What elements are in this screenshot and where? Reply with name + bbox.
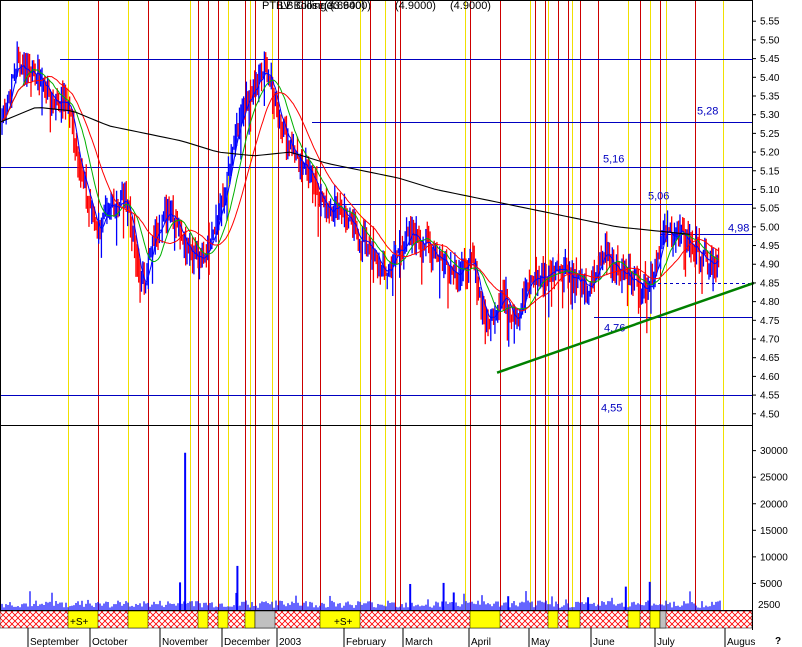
price-tick-label: 5.40	[760, 73, 780, 84]
price-tick-label: 4.85	[760, 278, 780, 289]
price-tick-label: 4.70	[760, 335, 780, 346]
corner-label: ?	[775, 636, 781, 647]
price-tick-label: 5.15	[760, 166, 780, 177]
price-tick-label: 5.45	[760, 54, 780, 65]
price-tick-label: 5.50	[760, 35, 780, 46]
signal-yellow-block	[547, 610, 559, 629]
volume-tick-label: 30000	[760, 446, 788, 457]
month-label: April	[471, 637, 491, 647]
signal-label: +S+	[334, 617, 353, 628]
price-tick-label: 4.95	[760, 241, 780, 252]
price-tick-label: 5.20	[760, 148, 780, 159]
title-fragment: (3.9400)	[330, 0, 371, 12]
month-label: October	[92, 637, 128, 647]
price-tick-label: 4.80	[760, 297, 780, 308]
signal-gray-block	[254, 610, 276, 629]
level-label: 4,98	[728, 223, 749, 235]
level-label: 4,55	[601, 403, 622, 415]
sub-axis-label: 2500	[758, 600, 781, 611]
month-label: February	[346, 637, 386, 647]
price-tick-label: 5.30	[760, 110, 780, 121]
moving-averages	[0, 64, 719, 319]
volume-tick-label: 5000	[760, 579, 783, 590]
signal-bar: +S+ +S+	[0, 610, 753, 629]
month-label: Augus	[727, 637, 755, 647]
month-label: 2003	[279, 637, 302, 647]
price-tick-label: 4.75	[760, 316, 780, 327]
signal-yellow-block	[127, 610, 149, 629]
price-tick-label: 4.65	[760, 353, 780, 364]
title-fragment: (4.9000)	[450, 0, 491, 12]
event-vertical-lines	[68, 1, 724, 628]
price-tick-label: 5.05	[760, 204, 780, 215]
price-tick-label: 4.55	[760, 391, 780, 402]
horizontal-levels: 5,285,165,064,984,764,55	[0, 59, 752, 415]
volume-tick-label: 20000	[760, 499, 788, 510]
chart-title: PTBVLBBollingerClose(3.8600)(3.9400) (4.9…	[262, 0, 491, 12]
level-label: 5,06	[648, 191, 669, 203]
price-tick-label: 5.55	[760, 17, 780, 28]
volume-tick-label: 15000	[760, 526, 788, 537]
level-label: 5,28	[697, 106, 718, 118]
signal-yellow-block	[649, 610, 661, 629]
price-tick-label: 5.25	[760, 129, 780, 140]
month-label: September	[30, 637, 80, 647]
price-tick-label: 5.10	[760, 185, 780, 196]
signal-label: +S+	[70, 617, 89, 628]
month-label: May	[531, 637, 550, 647]
signal-gray-block	[659, 610, 667, 629]
title-fragment: (4.9000)	[395, 0, 436, 12]
signal-yellow-block	[469, 610, 501, 629]
month-label: June	[593, 637, 615, 647]
signal-yellow-block	[217, 610, 229, 629]
price-tick-label: 4.60	[760, 372, 780, 383]
volume-tick-label: 25000	[760, 473, 788, 484]
price-tick-label: 4.50	[760, 409, 780, 420]
volume-panel-frame	[0, 425, 753, 611]
chart-svg: 5,285,165,064,984,764,55 +S+ +S+ 5.555.50…	[0, 0, 788, 647]
signal-yellow-block	[567, 610, 581, 629]
signal-yellow-block	[197, 610, 209, 629]
signal-yellow-block	[244, 610, 256, 629]
level-label: 5,16	[603, 154, 624, 166]
month-label: March	[405, 637, 433, 647]
month-label: July	[657, 637, 675, 647]
axes: 5.55 5.50 5.45 5.40 5.35 5.30 5.25 5.20 5.15 5.10…	[0, 0, 788, 647]
signal-yellow-block	[627, 610, 641, 629]
price-tick-label: 5.35	[760, 91, 780, 102]
price-tick-label: 4.90	[760, 260, 780, 271]
month-label: December	[224, 637, 271, 647]
month-label: November	[162, 637, 209, 647]
volume-tick-label: 10000	[760, 552, 788, 563]
price-tick-label: 5.00	[760, 222, 780, 233]
